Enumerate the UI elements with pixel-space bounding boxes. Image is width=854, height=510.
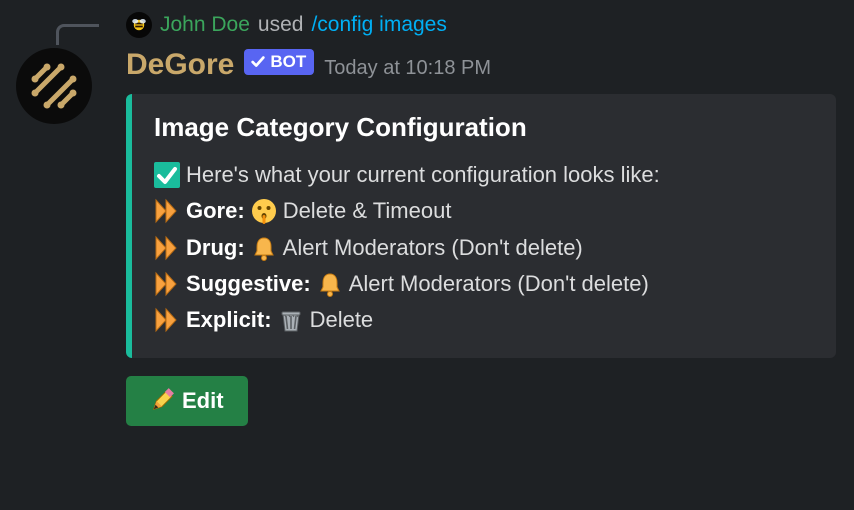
fast-forward-icon — [154, 271, 180, 297]
message-container: John Doe used /config images DeGore BOT … — [0, 0, 854, 442]
bot-badge: BOT — [244, 49, 314, 75]
fast-forward-icon — [154, 235, 180, 261]
edit-button-label: Edit — [182, 388, 224, 414]
fast-forward-icon — [154, 198, 180, 224]
slash-command-link[interactable]: /config images — [311, 13, 446, 37]
message-header: DeGore BOT Today at 10:18 PM — [126, 50, 838, 80]
checkmark-box-icon — [154, 162, 180, 188]
action-row: Edit — [126, 376, 838, 426]
config-value: Alert Moderators (Don't delete) — [349, 266, 649, 302]
reply-context: John Doe used /config images — [126, 10, 838, 40]
config-label: Suggestive: — [186, 266, 311, 302]
wastebasket-icon — [278, 307, 304, 333]
config-value: Alert Moderators (Don't delete) — [283, 230, 583, 266]
message-timestamp: Today at 10:18 PM — [324, 57, 491, 80]
config-value: Delete & Timeout — [283, 193, 452, 229]
config-label: Gore: — [186, 193, 245, 229]
config-row-drug: Drug: Alert Moderators (Don't delete) — [154, 230, 814, 266]
bell-icon — [317, 271, 343, 297]
embed-intro-text: Here's what your current configuration l… — [186, 157, 660, 193]
config-label: Drug: — [186, 230, 245, 266]
bot-badge-label: BOT — [270, 51, 306, 73]
reply-user-avatar[interactable] — [126, 12, 152, 38]
bell-icon — [251, 235, 277, 261]
config-value: Delete — [310, 302, 374, 338]
author-name[interactable]: DeGore — [126, 50, 234, 80]
embed-title: Image Category Configuration — [154, 112, 814, 143]
reply-verb: used — [258, 13, 304, 37]
embed-intro-row: Here's what your current configuration l… — [154, 157, 814, 193]
config-row-explicit: Explicit: Delete — [154, 302, 814, 338]
shush-face-icon — [251, 198, 277, 224]
config-label: Explicit: — [186, 302, 272, 338]
reply-user-name[interactable]: John Doe — [160, 13, 250, 37]
bot-avatar[interactable] — [16, 48, 92, 124]
edit-button[interactable]: Edit — [126, 376, 248, 426]
reply-connector-line — [56, 24, 99, 45]
verified-check-icon — [250, 54, 266, 70]
config-row-suggestive: Suggestive: Alert Moderators (Don't dele… — [154, 266, 814, 302]
config-row-gore: Gore: Delete & Timeout — [154, 193, 814, 229]
fast-forward-icon — [154, 307, 180, 333]
embed-card: Image Category Configuration Here's what… — [126, 94, 836, 358]
pencil-icon — [150, 389, 174, 413]
embed-body: Here's what your current configuration l… — [154, 157, 814, 338]
